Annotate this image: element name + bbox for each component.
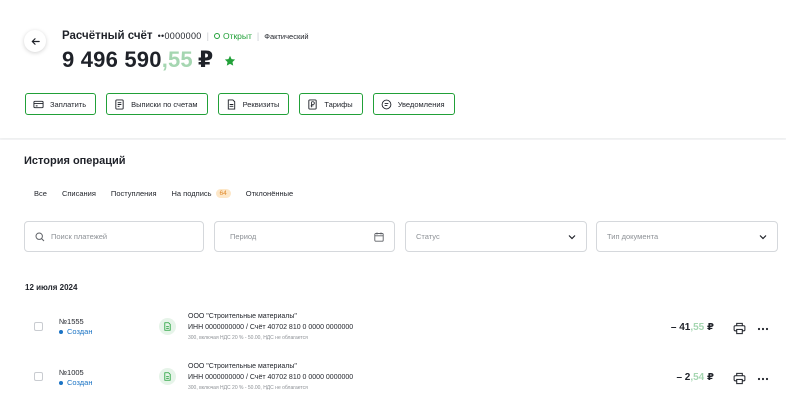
notifications-button-label: Уведомления xyxy=(397,99,445,109)
status-dot-icon xyxy=(59,329,63,334)
calendar-icon xyxy=(374,232,384,242)
tab-credits[interactable]: Поступления xyxy=(111,189,157,198)
tab-to-sign[interactable]: На подпись 64 xyxy=(172,189,231,198)
history-tabs: Все Списания Поступления На подпись 64 О… xyxy=(34,189,308,198)
statements-button[interactable]: Выписки по счетам xyxy=(106,93,208,115)
search-icon xyxy=(35,231,45,241)
search-placeholder: Поиск платежей xyxy=(51,232,108,241)
period-field[interactable]: Период xyxy=(214,221,395,252)
action-buttons: Заплатить Выписки по счетам Реквизиты Та… xyxy=(25,93,455,115)
notifications-button[interactable]: Уведомления xyxy=(372,93,455,115)
status-dot-icon xyxy=(59,380,63,385)
tab-rejected[interactable]: Отклонённые xyxy=(246,189,293,198)
row-checkbox[interactable] xyxy=(34,322,43,331)
arrow-left-icon xyxy=(31,37,40,45)
operation-status-label: Создан xyxy=(67,327,93,336)
chevron-down-icon xyxy=(568,235,576,240)
tariffs-button[interactable]: Тарифы xyxy=(299,93,363,115)
pay-button[interactable]: Заплатить xyxy=(25,93,97,115)
history-title: История операций xyxy=(24,155,126,167)
amount-fraction: ,54 xyxy=(690,372,705,383)
chat-icon xyxy=(381,99,392,109)
print-icon[interactable] xyxy=(733,322,746,335)
operations-panel xyxy=(0,140,786,394)
operation-status: Создан xyxy=(59,327,92,336)
star-icon[interactable] xyxy=(224,55,236,67)
operation-row[interactable]: №1005 Создан ООО "Строительные материалы… xyxy=(0,360,786,394)
tab-all[interactable]: Все xyxy=(34,189,47,198)
document-icon xyxy=(159,368,176,385)
document-type-select[interactable]: Тип документа xyxy=(596,221,778,252)
amount-integer: – 41 xyxy=(670,322,691,333)
tab-debits[interactable]: Списания xyxy=(62,189,96,198)
account-title: Расчётный счёт xyxy=(62,30,153,42)
payment-note: 300, включая НДС 20 % - 50.00, НДС не об… xyxy=(188,335,308,341)
amount-currency: ₽ xyxy=(707,322,714,333)
document-type-placeholder: Тип документа xyxy=(607,232,659,241)
payee-name: ООО "Строительные материалы" xyxy=(188,313,297,320)
account-status: Открыт xyxy=(213,31,252,41)
print-icon[interactable] xyxy=(733,372,746,385)
statement-icon xyxy=(115,98,124,110)
account-kind: Фактический xyxy=(264,31,309,41)
operation-status: Создан xyxy=(59,378,92,387)
payee-details: ИНН 0000000000 / Счёт 40702 810 0 0000 0… xyxy=(188,374,354,381)
statements-button-label: Выписки по счетам xyxy=(131,99,198,109)
status-select[interactable]: Статус xyxy=(405,221,587,252)
document-icon xyxy=(227,98,235,110)
amount-currency: ₽ xyxy=(707,372,714,383)
requisites-button-label: Реквизиты xyxy=(242,99,280,109)
account-balance: 9 496 590,55 ₽ xyxy=(62,47,213,73)
pay-button-label: Заплатить xyxy=(50,99,87,109)
date-group-header: 12 июля 2024 xyxy=(25,283,78,292)
more-options-icon[interactable] xyxy=(757,323,769,335)
tariffs-button-label: Тарифы xyxy=(324,99,353,109)
account-info: Расчётный счёт ••0000000 | Открыт | Факт… xyxy=(62,30,309,42)
balance-fraction: ,55 xyxy=(161,47,193,72)
operation-number: №1555 xyxy=(59,317,84,326)
card-icon xyxy=(33,100,44,108)
tab-to-sign-label: На подпись xyxy=(171,189,212,198)
payment-note: 300, включая НДС 20 % - 50.00, НДС не об… xyxy=(188,385,308,391)
balance-currency: ₽ xyxy=(197,47,214,72)
operation-amount: – 2,54 ₽ xyxy=(676,372,714,383)
amount-fraction: ,55 xyxy=(690,322,705,333)
more-options-icon[interactable] xyxy=(757,373,769,385)
divider: | xyxy=(256,31,260,41)
operation-amount: – 41,55 ₽ xyxy=(671,322,714,333)
row-checkbox[interactable] xyxy=(34,372,43,381)
pending-count-badge: 64 xyxy=(215,189,231,198)
operation-status-label: Создан xyxy=(67,378,93,387)
operation-row[interactable]: №1555 Создан ООО "Строительные материалы… xyxy=(0,310,786,344)
search-input[interactable]: Поиск платежей xyxy=(24,221,204,252)
chevron-down-icon xyxy=(759,235,767,240)
document-icon xyxy=(159,318,176,335)
payee-details: ИНН 0000000000 / Счёт 40702 810 0 0000 0… xyxy=(188,324,354,331)
status-placeholder: Статус xyxy=(416,232,440,241)
status-dot-icon xyxy=(213,33,220,39)
account-number-mask: ••0000000 xyxy=(157,31,202,41)
payee-name: ООО "Строительные материалы" xyxy=(188,363,297,370)
tariff-icon xyxy=(308,98,317,110)
divider: | xyxy=(206,31,209,41)
operation-number: №1005 xyxy=(59,368,84,377)
period-placeholder: Период xyxy=(230,232,257,241)
amount-integer: – 2 xyxy=(676,372,691,383)
account-status-label: Открыт xyxy=(222,31,252,41)
back-button[interactable] xyxy=(24,30,46,52)
balance-integer: 9 496 590 xyxy=(62,47,162,72)
account-header: Расчётный счёт ••0000000 | Открыт | Факт… xyxy=(0,0,786,138)
requisites-button[interactable]: Реквизиты xyxy=(217,93,290,115)
